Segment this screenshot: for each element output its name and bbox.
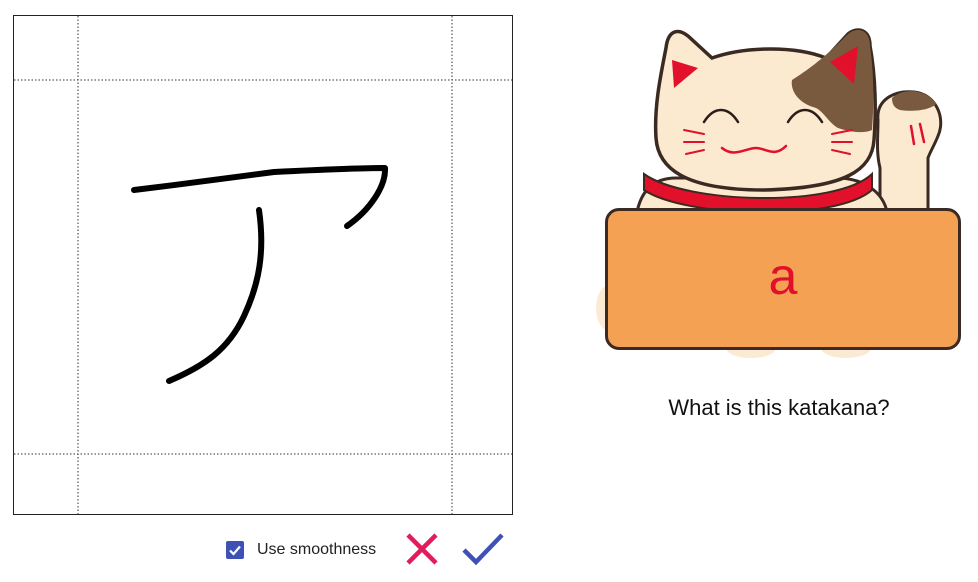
checkbox-check-icon [229,545,241,556]
drawing-canvas[interactable] [13,15,514,516]
guide-lines [14,16,514,516]
smoothness-label: Use smoothness [257,541,377,558]
clear-button[interactable] [405,532,439,566]
drawn-strokes [131,165,388,384]
question-prompt: What is this katakana? [668,395,890,420]
canvas-surface[interactable] [14,16,514,516]
answer-card: a [605,208,961,350]
answer-romaji: a [768,248,798,306]
close-icon [406,533,438,565]
smoothness-checkbox[interactable] [226,541,244,559]
submit-button[interactable] [461,532,505,566]
check-icon [462,533,504,566]
